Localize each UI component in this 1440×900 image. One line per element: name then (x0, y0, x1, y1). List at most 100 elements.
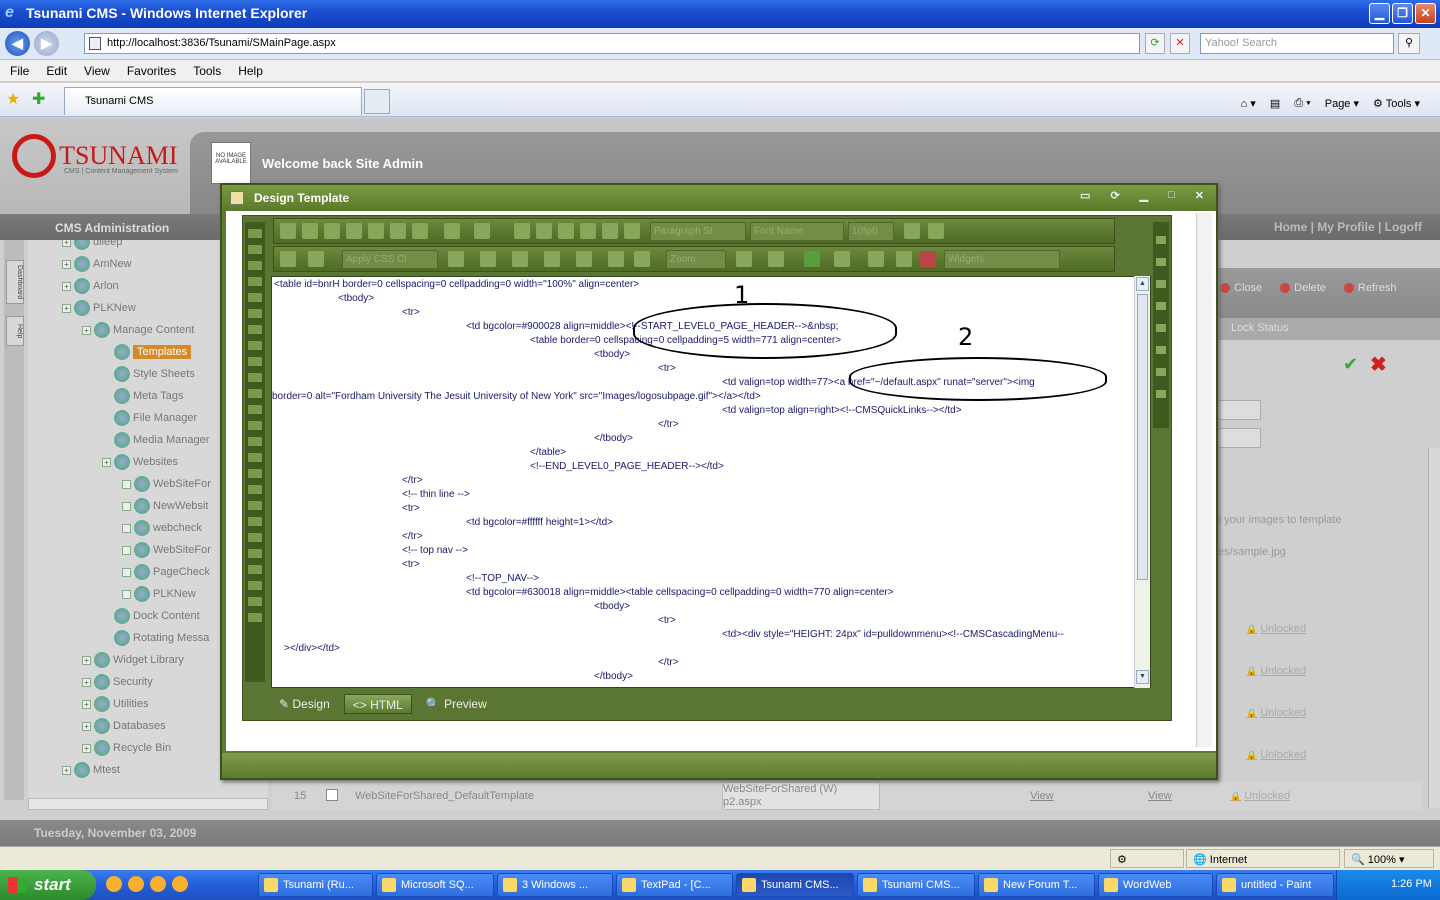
tab-preview[interactable]: 🔍 Preview (418, 694, 495, 714)
menu-view[interactable]: View (84, 64, 110, 81)
fullscreen-icon[interactable] (868, 251, 884, 267)
module-icon[interactable] (896, 251, 912, 267)
tree-node[interactable]: + Manage Content (82, 320, 194, 340)
zoom-select[interactable]: Zoom (666, 250, 726, 269)
view-link[interactable]: View (1148, 790, 1172, 802)
tsunami-logo[interactable]: TSUNAMI CMS | Content Management System (12, 134, 178, 178)
outlook-quicklaunch-icon[interactable] (128, 876, 144, 892)
tree-node[interactable]: Dock Content (102, 606, 200, 626)
preview-icon[interactable] (768, 251, 784, 267)
taskbar-item[interactable]: untitled - Paint (1216, 873, 1334, 897)
align-icon[interactable] (308, 251, 324, 267)
grid-icon[interactable] (544, 251, 560, 267)
tree-node[interactable]: + Websites (102, 452, 178, 472)
select-2[interactable] (1215, 428, 1261, 448)
undo-icon[interactable] (444, 223, 460, 239)
tree-node[interactable]: WebSiteFor (122, 540, 211, 560)
home-icon[interactable]: ⌂ ▾ (1241, 97, 1256, 110)
redo-icon[interactable] (474, 223, 490, 239)
paragraph-style-select[interactable]: Paragraph St (650, 222, 746, 241)
cut-icon[interactable] (346, 223, 362, 239)
maximize-icon[interactable]: □ (1168, 189, 1175, 202)
favorites-star-icon[interactable]: ★ (6, 89, 20, 109)
tree-node[interactable]: Meta Tags (102, 386, 184, 406)
font-size-select[interactable]: 1(8pt) (848, 222, 894, 241)
tree-node[interactable]: + Utilities (82, 694, 148, 714)
menu-tools[interactable]: Tools (193, 64, 221, 81)
close-button[interactable]: Close (1220, 282, 1262, 318)
unlocked-link[interactable]: Unlocked (1246, 623, 1306, 635)
row-checkbox[interactable] (326, 789, 338, 801)
feeds-icon[interactable]: ▤ (1270, 97, 1280, 110)
tree-node[interactable]: + Security (82, 672, 153, 692)
tree-node[interactable]: PLKNew (122, 584, 196, 604)
code-vscroll[interactable]: ▲ ▼ (1134, 276, 1150, 688)
clear-icon[interactable] (928, 223, 944, 239)
clock-icon[interactable] (624, 223, 640, 239)
tab-html[interactable]: <> HTML (343, 694, 412, 714)
taskbar-item[interactable]: WordWeb (1098, 873, 1213, 897)
tree-node[interactable]: Media Manager (102, 430, 209, 450)
paste-icon[interactable] (390, 223, 406, 239)
scroll-up-icon[interactable]: ▲ (1136, 277, 1149, 291)
table-icon[interactable] (580, 223, 596, 239)
taskbar-item[interactable]: New Forum T... (978, 873, 1095, 897)
back-icon[interactable]: ◀ (5, 31, 30, 56)
expand-icon[interactable]: + (82, 677, 91, 687)
image-icon[interactable] (480, 251, 496, 267)
style-icon[interactable] (448, 251, 464, 267)
dialog-titlebar[interactable]: Design Template ▭ ⟳ ▁ □ ✕ (222, 185, 1216, 211)
page-menu[interactable]: Page ▾ (1325, 97, 1359, 110)
print-icon[interactable] (280, 223, 296, 239)
top-links[interactable]: Home | My Profile | Logoff (1274, 220, 1422, 234)
tree-node[interactable]: + Databases (82, 716, 166, 736)
font-name-select[interactable]: Font Name (750, 222, 844, 241)
expand-icon[interactable]: + (82, 721, 91, 731)
copy-icon[interactable] (368, 223, 384, 239)
tree-node[interactable]: webcheck (122, 518, 202, 538)
unlocked-link[interactable]: Unlocked (1230, 790, 1290, 802)
css-class-select[interactable]: Apply CSS Cl (342, 250, 438, 269)
media-icon[interactable] (512, 251, 528, 267)
search-input[interactable]: Yahoo! Search (1200, 33, 1394, 54)
tree-node[interactable]: + PLKNew (62, 298, 136, 318)
expand-icon[interactable]: + (62, 281, 71, 291)
start-button[interactable]: start (0, 870, 96, 900)
firefox-quicklaunch-icon[interactable] (150, 876, 166, 892)
select-1[interactable] (1215, 400, 1261, 420)
flash-icon[interactable] (576, 251, 592, 267)
expand-icon[interactable]: + (62, 259, 71, 269)
menu-file[interactable]: File (10, 64, 29, 81)
print-icon[interactable]: ⎙ ▾ (1294, 97, 1310, 110)
minimize-icon[interactable]: ▁ (1369, 3, 1390, 24)
form-icon[interactable] (602, 223, 618, 239)
dashboard-tab[interactable]: Dashboard (6, 260, 24, 304)
tree-node[interactable]: WebSiteFor (122, 474, 211, 494)
check-icon[interactable]: ✔ (1343, 354, 1358, 375)
highlight-icon[interactable] (634, 251, 650, 267)
new-tab-button[interactable] (364, 89, 390, 114)
expand-icon[interactable]: + (82, 699, 91, 709)
expand-icon[interactable] (122, 567, 131, 577)
expand-icon[interactable]: + (82, 655, 91, 665)
taskbar-item[interactable]: TextPad - [C... (616, 873, 733, 897)
cancel-x-icon[interactable]: ✖ (1370, 352, 1387, 377)
indent-icon[interactable] (280, 251, 296, 267)
find-icon[interactable] (302, 223, 318, 239)
stop-icon[interactable]: ✕ (1170, 33, 1190, 54)
add-icon[interactable] (804, 251, 820, 267)
taskbar-item[interactable]: Tsunami CMS... (857, 873, 975, 897)
taskbar-item[interactable]: Tsunami (Ru... (258, 873, 373, 897)
taskbar-item[interactable]: 3 Windows ... (497, 873, 613, 897)
save-icon[interactable] (904, 223, 920, 239)
zoom-control[interactable]: 🔍 100% ▾ (1344, 849, 1434, 868)
refresh-button[interactable]: Refresh (1344, 282, 1397, 318)
menu-favorites[interactable]: Favorites (127, 64, 176, 81)
widgets-select[interactable]: Widgets (944, 250, 1060, 269)
font-color-icon[interactable] (608, 251, 624, 267)
add-favorite-icon[interactable]: ✚ (32, 89, 45, 109)
tree-node[interactable]: + AmNew (62, 254, 132, 274)
page-vscroll[interactable] (1428, 448, 1440, 808)
expand-icon[interactable]: + (82, 743, 91, 753)
tree-node[interactable]: Rotating Messa (102, 628, 209, 648)
